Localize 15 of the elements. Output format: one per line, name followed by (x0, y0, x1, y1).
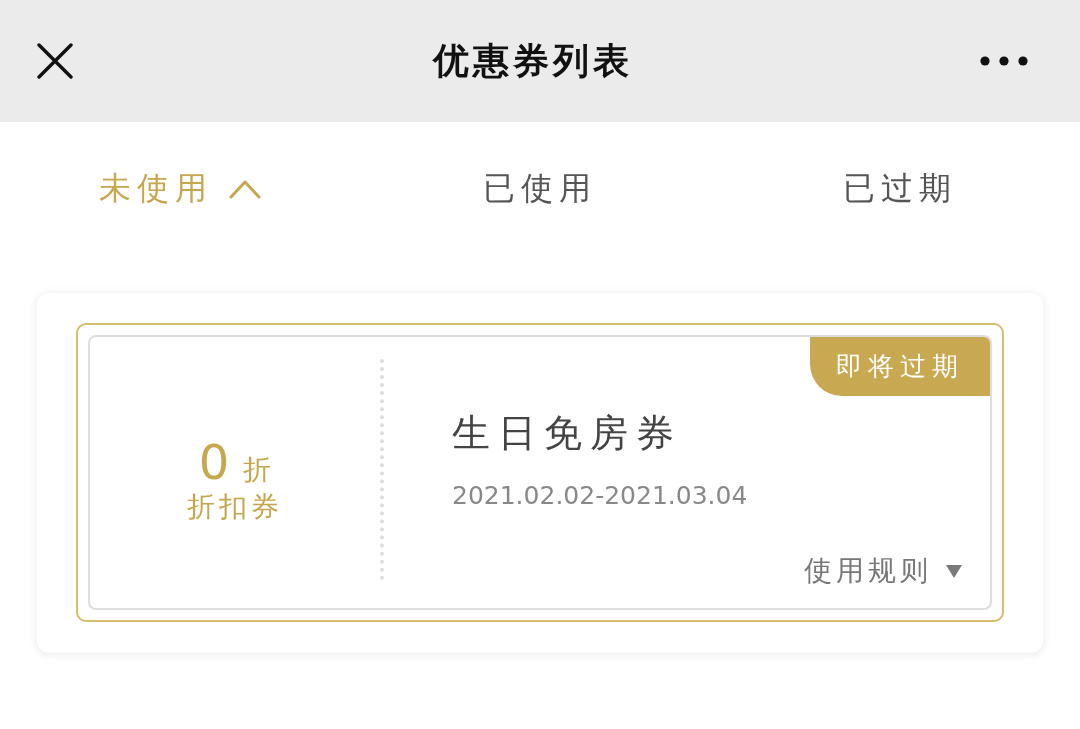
expiring-badge: 即将过期 (810, 337, 990, 396)
close-icon (37, 43, 73, 79)
caret-down-icon (946, 564, 962, 578)
validity-dates: 2021.02.02-2021.03.04 (452, 480, 749, 512)
discount-unit: 折 (243, 451, 272, 488)
page-title: 优惠券列表 (432, 39, 633, 83)
more-button[interactable] (980, 56, 1028, 66)
close-button[interactable] (37, 43, 73, 79)
usage-rules-link[interactable]: 使用规则 (804, 552, 962, 590)
tab[interactable]: 已过期 (839, 166, 961, 210)
coupon-title: 生日免房券 (452, 410, 683, 457)
more-icon (980, 56, 1028, 66)
tab[interactable]: 已使用 (479, 166, 601, 210)
discount-value: 0 (198, 434, 230, 489)
coupon-type: 折扣券 (187, 488, 283, 525)
